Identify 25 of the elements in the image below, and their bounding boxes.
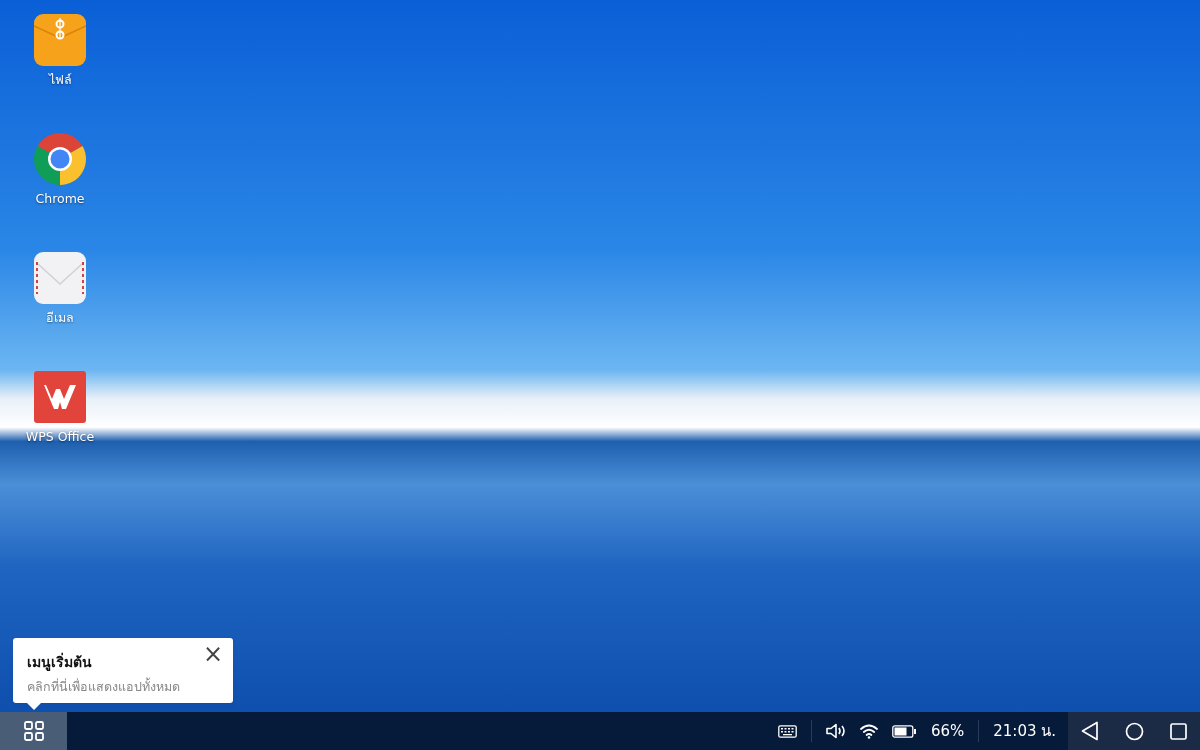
square-icon <box>1170 722 1187 740</box>
chrome-logo-icon <box>34 133 86 185</box>
battery-icon[interactable] <box>891 724 917 738</box>
back-button[interactable] <box>1081 721 1099 741</box>
clock[interactable]: 21:03 น. <box>993 719 1056 743</box>
home-button[interactable] <box>1125 721 1144 741</box>
speaker-icon[interactable] <box>825 723 846 739</box>
app-label[interactable]: WPS Office <box>25 428 95 447</box>
back-triangle-icon <box>1081 721 1099 741</box>
tooltip-text: คลิกที่นี่เพื่อแสดงแอปทั้งหมด <box>27 678 180 696</box>
app-label[interactable]: Chrome <box>35 190 85 209</box>
app-label[interactable]: ไฟล์ <box>48 71 72 90</box>
close-button[interactable]: × <box>200 642 225 666</box>
wifi-icon[interactable] <box>859 723 878 739</box>
start-menu-button[interactable] <box>0 712 67 750</box>
tooltip-title: เมนูเริ่มต้น <box>27 652 92 673</box>
recent-apps-button[interactable] <box>1170 722 1187 740</box>
envelope-icon <box>34 252 86 304</box>
folder-envelope-icon <box>34 14 86 66</box>
keyboard-icon[interactable] <box>777 724 797 738</box>
app-label[interactable]: อีเมล <box>46 309 74 328</box>
w-logo-icon <box>34 371 86 423</box>
battery-percentage: 66% <box>930 720 965 742</box>
home-circle-icon <box>1125 721 1144 741</box>
grid-icon <box>23 721 44 741</box>
